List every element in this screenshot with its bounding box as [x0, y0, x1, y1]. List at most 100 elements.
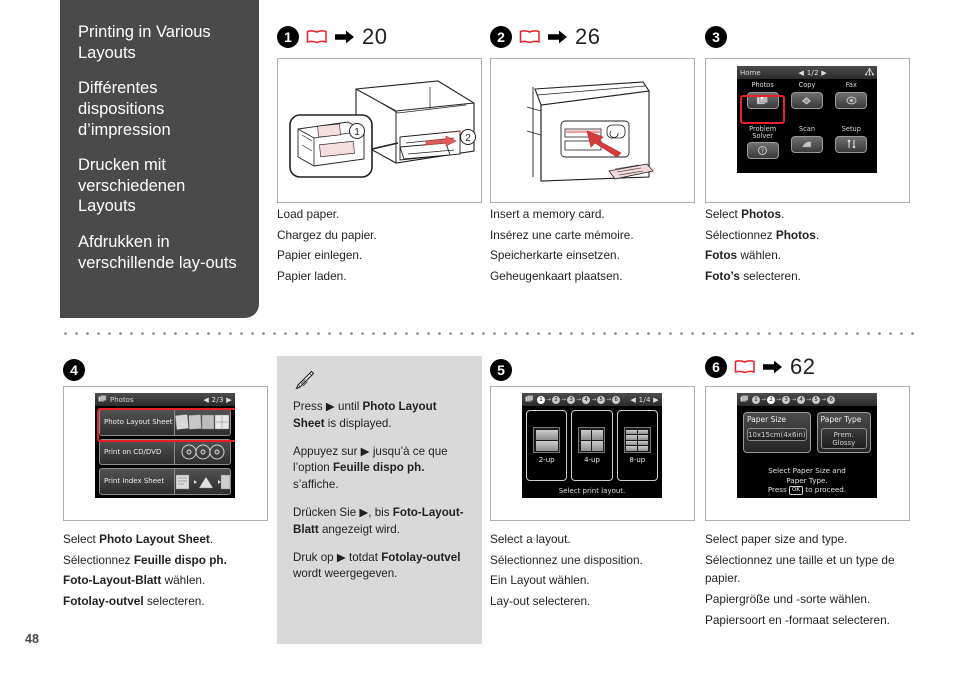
title-en: Printing in Various Layouts [78, 23, 211, 62]
note-line-fr: Appuyez sur ▶ jusqu’à ce que l’option Fe… [293, 444, 448, 492]
caption-fr: Sélectionnez Feuille dispo ph. [63, 552, 227, 567]
step-4-header: 4 [63, 355, 268, 385]
step-2-illustration [490, 58, 695, 203]
question-icon[interactable]: ? [746, 141, 779, 159]
lcd-paper-breadcrumb: 1 → 2 → 3 → 4 → 5 → 6 [752, 395, 836, 404]
lcd-paper-value-paper-size: 10x15cm(4x6in) [747, 428, 807, 441]
right-triangle-icon: ▶ [336, 550, 346, 564]
lcd-layout-option-4up[interactable]: 4-up [571, 410, 613, 481]
step-2-reference-page: 26 [575, 24, 601, 49]
lcd-paper-field-paper-size[interactable]: Paper Size 10x15cm(4x6in) [743, 412, 811, 453]
scan-icon[interactable] [790, 136, 823, 153]
crumb-6: 6 [612, 395, 621, 404]
caption-en: Select Photos. [705, 207, 785, 221]
step-6-reference-page: 62 [790, 354, 816, 379]
lcd-layout-option-8up[interactable]: 8-up [616, 410, 658, 481]
step-3-header: 3 [705, 22, 910, 52]
caption-de: Foto-Layout-Blatt wählen. [63, 573, 206, 588]
step-6-captions: Select paper size and type. Sélectionnez… [705, 530, 917, 631]
right-arrow-icon [548, 29, 568, 45]
step-5-header: 5 [490, 355, 695, 385]
lcd-layout-pager: ◀ 1/4 ▶ [630, 395, 659, 404]
step-2-header: 2 26 [490, 22, 695, 52]
lcd-home-label-fax: Fax [845, 81, 857, 89]
lcd-layout-breadcrumb: 1 → 2 → 3 → 4 → 5 → 6 [537, 395, 621, 404]
lcd-paper-settings: 1 → 2 → 3 → 4 → 5 → 6 Paper Size 10x15cm(4x6i… [737, 393, 877, 498]
title-fr: Différentes dispositions d’impression [78, 79, 171, 139]
caption-de: Fotos wählen. [705, 248, 782, 263]
crumb-5: 5 [597, 395, 606, 404]
crumb-2: 2 [767, 395, 776, 404]
caption-de: Speicherkarte einsetzen. [490, 248, 620, 263]
caption-nl: Papier laden. [277, 268, 347, 283]
lcd-home-title: Home [740, 68, 761, 77]
step-4-illustration: Photos ◀ 2/3 ▶ Photo Layout Sheet Print … [63, 386, 268, 521]
step-1-header: 1 20 [277, 22, 482, 52]
lcd-home-item-photos[interactable]: Photos [741, 81, 784, 125]
lcd-home-pager: ◀ 1/2 ▶ [798, 68, 828, 77]
lcd-photos-list: Photo Layout Sheet Print on CD/DVD Print… [95, 406, 235, 498]
book-icon [306, 29, 328, 45]
caption-en: Select a layout. [490, 532, 571, 546]
photo-layout-thumbnails-icon [174, 410, 231, 435]
step-6-header: 6 62 [705, 352, 910, 382]
lcd-home-item-problem-solver[interactable]: Problem Solver ? [741, 126, 784, 169]
photos-icon [525, 394, 534, 405]
caption-fr: Sélectionnez une disposition. [490, 552, 643, 567]
lcd-home-item-copy[interactable]: Copy [785, 81, 828, 125]
photos-icon [740, 394, 749, 405]
lcd-home-label-copy: Copy [798, 81, 816, 89]
lcd-paper-status-bar: 1 → 2 → 3 → 4 → 5 → 6 [737, 393, 877, 406]
fax-icon[interactable] [835, 92, 868, 109]
step-number-badge: 4 [63, 359, 85, 381]
lcd-home-item-fax[interactable]: Fax [830, 81, 873, 125]
note-line-de: Drücken Sie ▶, bis Foto-Layout-Blatt ang… [293, 505, 464, 536]
lcd-layout-status-bar: 1 → 2 → 3 → 4 → 5 → 6 ◀ 1/4 ▶ [522, 393, 662, 406]
right-triangle-icon: ▶ [360, 444, 370, 458]
step-3-captions: Select Photos. Sélectionnez Photos. Foto… [705, 205, 910, 288]
lcd-photos-item-print-index-sheet[interactable]: Print Index Sheet [99, 468, 231, 496]
title-de: Drucken mit verschiedenen Layouts [78, 156, 186, 216]
caption-nl: Geheugenkaart plaatsen. [490, 268, 623, 283]
section-divider [60, 332, 917, 335]
caption-nl: Lay-out selecteren. [490, 593, 591, 608]
tools-icon[interactable] [835, 136, 868, 153]
caption-en: Load paper. [277, 207, 340, 221]
network-icon [864, 67, 874, 78]
photos-icon[interactable] [746, 92, 779, 109]
lcd-photos-label-print-on-cd-dvd: Print on CD/DVD [104, 447, 162, 456]
step-4-captions: Select Photo Layout Sheet. Sélectionnez … [63, 530, 278, 613]
pencil-icon [293, 370, 315, 390]
index-sheet-flow-icon [174, 469, 231, 495]
lcd-home-item-setup[interactable]: Setup [830, 125, 873, 169]
crumb-2: 2 [552, 395, 561, 404]
crumb-1: 1 [752, 395, 760, 404]
lcd-paper-field-paper-type[interactable]: Paper Type Prem. Glossy [816, 412, 871, 453]
page-number: 48 [25, 632, 39, 646]
step-1-reference-page: 20 [362, 24, 388, 49]
caption-nl: Fotolay-outvel selecteren. [63, 593, 205, 608]
book-icon [734, 359, 756, 375]
svg-text:2: 2 [465, 133, 471, 144]
caption-de: Papiergröße und -sorte wählen. [705, 591, 871, 606]
copy-icon[interactable] [790, 92, 823, 109]
lcd-photos-title: Photos [110, 395, 134, 404]
lcd-paper-body: Paper Size 10x15cm(4x6in) Paper Type Pre… [737, 406, 877, 498]
caption-nl: Papiersoort en -formaat selecteren. [705, 612, 890, 627]
lcd-paper-footer-line1: Select Paper Size and [768, 466, 846, 475]
lcd-layout-label-8up: 8-up [629, 456, 646, 464]
lcd-photos-label-photo-layout-sheet: Photo Layout Sheet [104, 418, 173, 427]
layout-preview-4up [578, 427, 606, 453]
cd-dvd-icon [174, 439, 231, 465]
lcd-photos-item-photo-layout-sheet[interactable]: Photo Layout Sheet [99, 409, 231, 436]
caption-de: Papier einlegen. [277, 248, 363, 263]
lcd-home-item-scan[interactable]: Scan [785, 125, 828, 169]
lcd-layout-option-2up[interactable]: 2-up [526, 410, 568, 481]
caption-fr: Sélectionnez une taille et un type de pa… [705, 552, 895, 586]
lcd-photos-status-bar: Photos ◀ 2/3 ▶ [95, 393, 235, 406]
lcd-photos-item-print-on-cd-dvd[interactable]: Print on CD/DVD [99, 438, 231, 466]
lcd-paper-value-paper-type: Prem. Glossy [820, 428, 867, 449]
crumb-4: 4 [582, 395, 591, 404]
caption-fr: Insérez une carte mémoire. [490, 227, 634, 242]
step-number-badge: 6 [705, 356, 727, 378]
